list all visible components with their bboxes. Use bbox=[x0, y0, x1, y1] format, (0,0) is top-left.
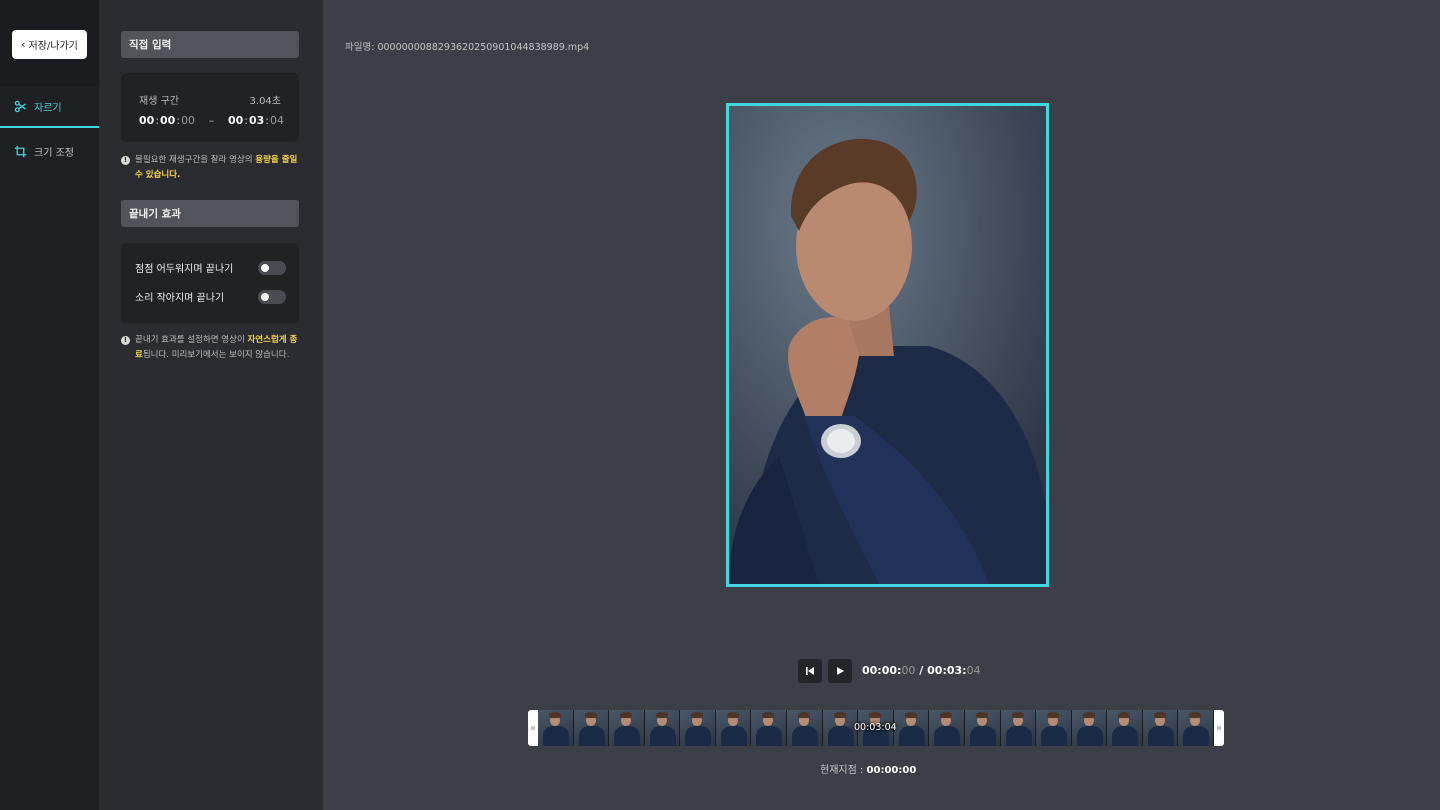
ending-note-suffix: 됩니다. 미리보기에서는 보이지 않습니다. bbox=[142, 350, 290, 360]
video-editor: ‹ 저장/나가기 자르기 크기 조정 직접 입력 재생 구간 3.04초 00:… bbox=[0, 0, 1440, 810]
start-hours[interactable]: 00 bbox=[139, 114, 154, 127]
play-range-box: 재생 구간 3.04초 00:00:00 – 00:03:04 bbox=[121, 73, 299, 142]
nav-item-resize[interactable]: 크기 조정 bbox=[0, 130, 99, 172]
direct-input-title: 직접 입력 bbox=[121, 31, 299, 58]
trim-handle-right[interactable]: ıı bbox=[1214, 710, 1224, 746]
timeline-thumbnail bbox=[573, 710, 610, 746]
timeline-thumbnail bbox=[538, 710, 574, 746]
trim-note: ! 불필요한 재생구간을 잘라 영상의 용량을 줄일 수 있습니다. bbox=[121, 153, 301, 183]
timeline-thumbnail bbox=[1107, 710, 1143, 746]
timeline-thumbnail bbox=[1142, 710, 1179, 746]
current-time: 00:00: bbox=[862, 664, 902, 677]
settings-panel: 직접 입력 재생 구간 3.04초 00:00:00 – 00:03:04 ! … bbox=[99, 0, 323, 810]
volume-fade-row: 소리 작아지며 끝나기 bbox=[135, 289, 286, 304]
ending-effect-title: 끝내기 효과 bbox=[121, 200, 299, 227]
timeline-duration-label: 00:03:04 bbox=[854, 722, 897, 733]
play-button[interactable] bbox=[828, 658, 852, 683]
timeline-thumbnail bbox=[893, 710, 930, 746]
trim-handle-left[interactable]: ıı bbox=[528, 710, 538, 746]
range-label: 재생 구간 bbox=[139, 96, 179, 107]
trim-note-text: 불필요한 재생구간을 잘라 영상의 bbox=[135, 155, 256, 165]
ending-note-text: 끝내기 효과를 설정하면 영상이 bbox=[135, 335, 248, 345]
playback-controls: 00:00:00 / 00:03:04 bbox=[798, 658, 981, 683]
timeline-thumbnail bbox=[787, 710, 823, 746]
timeline-thumbnail bbox=[1036, 710, 1072, 746]
time-separator: / bbox=[919, 664, 924, 677]
time-colon: : bbox=[265, 114, 269, 127]
fade-out-label: 점점 어두워지며 끝나기 bbox=[135, 264, 234, 275]
timeline-thumbnail bbox=[964, 710, 1001, 746]
skip-back-icon bbox=[806, 666, 814, 675]
ending-effect-box: 점점 어두워지며 끝나기 소리 작아지며 끝나기 bbox=[121, 243, 299, 323]
timeline-thumbnail bbox=[751, 710, 788, 746]
volume-fade-toggle[interactable] bbox=[258, 289, 286, 304]
ending-note: ! 끝내기 효과를 설정하면 영상이 자연스럽게 종료됩니다. 미리보기에서는 … bbox=[121, 333, 301, 363]
time-colon: : bbox=[155, 114, 160, 127]
current-point-label: 현재지점 : bbox=[820, 765, 864, 776]
total-frames: 04 bbox=[966, 664, 981, 677]
range-duration: 3.04초 bbox=[249, 96, 281, 107]
start-time-input[interactable]: 00:00:00 bbox=[139, 114, 195, 127]
left-nav: ‹ 저장/나가기 자르기 크기 조정 bbox=[0, 0, 99, 810]
chevron-left-icon: ‹ bbox=[21, 38, 26, 51]
fade-out-row: 점점 어두워지며 끝나기 bbox=[135, 260, 286, 275]
play-icon bbox=[837, 666, 844, 675]
timeline-thumbnail bbox=[1178, 710, 1214, 746]
nav-header: ‹ 저장/나가기 bbox=[0, 0, 99, 86]
save-exit-button[interactable]: ‹ 저장/나가기 bbox=[12, 30, 87, 59]
timeline-thumbnail bbox=[644, 710, 681, 746]
save-exit-label: 저장/나가기 bbox=[28, 41, 78, 52]
timeline-thumbnail bbox=[680, 710, 716, 746]
current-point: 현재지점 : 00:00:00 bbox=[820, 761, 916, 776]
time-colon: : bbox=[244, 114, 248, 127]
scissors-icon bbox=[14, 100, 26, 112]
nav-item-label: 자르기 bbox=[34, 102, 62, 114]
volume-fade-label: 소리 작아지며 끝나기 bbox=[135, 293, 225, 304]
timeline-thumbnail bbox=[1000, 710, 1037, 746]
fade-out-toggle[interactable] bbox=[258, 260, 286, 275]
file-name: 파일명: 0000000088293620250901044838989.mp4 bbox=[345, 42, 590, 53]
end-time-input[interactable]: 00:03:04 bbox=[228, 114, 284, 127]
time-colon: : bbox=[176, 114, 181, 127]
total-time: 00:03: bbox=[927, 664, 967, 677]
start-frames[interactable]: 00 bbox=[181, 114, 195, 127]
nav-item-label: 크기 조정 bbox=[34, 147, 74, 159]
video-preview[interactable] bbox=[726, 103, 1049, 587]
info-icon: ! bbox=[121, 156, 130, 165]
start-minutes[interactable]: 00 bbox=[160, 114, 175, 127]
nav-item-cut[interactable]: 자르기 bbox=[0, 86, 99, 128]
skip-back-button[interactable] bbox=[798, 658, 822, 683]
timeline-thumbnail bbox=[929, 710, 965, 746]
end-hours[interactable]: 00 bbox=[228, 114, 243, 127]
end-minutes[interactable]: 03 bbox=[249, 114, 264, 127]
playback-time: 00:00:00 / 00:03:04 bbox=[862, 664, 981, 677]
preview-image bbox=[729, 106, 1046, 584]
timeline-thumbnail bbox=[609, 710, 645, 746]
range-time-row: 00:00:00 – 00:03:04 bbox=[139, 114, 284, 127]
main-area: 파일명: 0000000088293620250901044838989.mp4 bbox=[323, 0, 1440, 810]
current-frames: 00 bbox=[901, 664, 916, 677]
info-icon: ! bbox=[121, 336, 130, 345]
crop-icon bbox=[14, 145, 27, 157]
trim-timeline[interactable]: ıı ıı 00:03:04 bbox=[528, 710, 1224, 746]
end-frames[interactable]: 04 bbox=[270, 114, 284, 127]
timeline-thumbnail bbox=[1071, 710, 1108, 746]
range-dash: – bbox=[208, 114, 215, 127]
timeline-thumbnail bbox=[715, 710, 752, 746]
current-point-value: 00:00:00 bbox=[866, 765, 917, 776]
timeline-thumbnail bbox=[822, 710, 859, 746]
